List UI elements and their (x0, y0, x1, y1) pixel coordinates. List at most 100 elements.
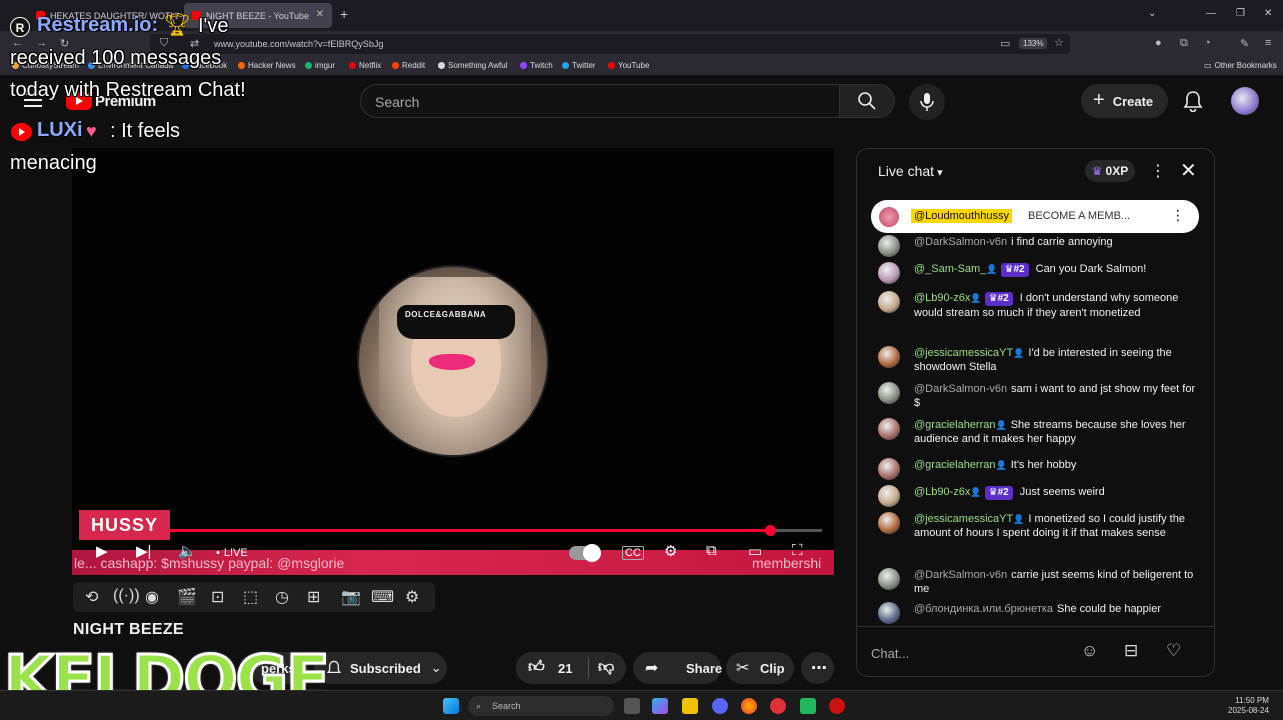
chat-avatar[interactable] (878, 346, 900, 368)
chat-username[interactable]: @DarkSalmon-v6n (914, 236, 1007, 248)
crop-icon[interactable]: ⬚ (243, 587, 258, 607)
tab-list-chevron-icon[interactable]: ⌄ (1148, 8, 1156, 19)
scrubber-handle[interactable] (764, 525, 776, 536)
chat-avatar[interactable] (878, 458, 900, 480)
chat-input[interactable] (875, 639, 1105, 665)
theater-mode-icon[interactable]: ▭ (748, 542, 762, 560)
emoji-icon[interactable]: ☺ (1081, 641, 1098, 661)
gear-icon[interactable]: ⚙ (405, 587, 419, 607)
camera-icon[interactable]: 📷 (341, 587, 361, 607)
add-box-icon[interactable]: ⊞ (307, 587, 320, 607)
bookmark-something-awful[interactable]: Something Awful (438, 61, 507, 70)
subscribed-button[interactable]: Subscribed ⌄ (314, 652, 447, 684)
pinned-more-icon[interactable]: ⋮ (1171, 207, 1185, 224)
account-avatar[interactable] (1231, 87, 1259, 115)
miniplayer-icon[interactable]: ⧉ (706, 542, 717, 559)
chat-username[interactable]: @Lb90-z6x (914, 486, 970, 498)
chat-username[interactable]: @jessicamessicaYT (914, 513, 1013, 525)
search-input[interactable]: Search (360, 84, 839, 118)
other-bookmarks-folder[interactable]: ▭ Other Bookmarks (1204, 61, 1277, 70)
menu-icon[interactable]: ≡ (1265, 37, 1271, 49)
system-clock[interactable]: 11:50 PM 2025-08-24 (1228, 696, 1269, 716)
app-icon-green[interactable] (800, 698, 816, 714)
chat-username[interactable]: @DarkSalmon-v6n (914, 383, 1007, 395)
chat-avatar[interactable] (878, 382, 900, 404)
chat-username[interactable]: @gracielaherran (914, 419, 996, 431)
chat-username[interactable]: @блондинка.или.брюнетка (914, 603, 1053, 615)
chat-avatar[interactable] (878, 262, 900, 284)
broadcast-icon[interactable]: ((·)) (113, 587, 140, 605)
frame-icon[interactable]: ⊡ (211, 587, 224, 607)
more-actions-button[interactable]: ⋯ (801, 652, 834, 684)
taskbar-search[interactable]: ⌕ Search (468, 696, 614, 716)
bookmark-star-icon[interactable]: ☆ (1054, 36, 1064, 49)
xp-badge[interactable]: 0XP (1085, 160, 1135, 182)
extensions-puzzle-icon[interactable]: ⧉ (1180, 37, 1188, 50)
heart-reaction-icon[interactable]: ♡ (1166, 641, 1181, 661)
bookmark-imgur[interactable]: imgur (305, 61, 335, 70)
maximize-icon[interactable]: ❐ (1236, 8, 1245, 19)
chat-avatar[interactable] (878, 291, 900, 313)
fullscreen-icon[interactable]: ⛶ (792, 542, 803, 559)
bookmark-reddit[interactable]: Reddit (392, 61, 425, 70)
live-badge[interactable]: LIVE (216, 547, 248, 559)
chat-avatar[interactable] (878, 512, 900, 534)
pinned-message[interactable]: @Loudmouthhussy BECOME A MEMB... ⋮ (871, 200, 1199, 233)
notifications-bell-icon[interactable] (1183, 90, 1203, 112)
task-view-icon[interactable] (624, 698, 640, 714)
firefox-icon[interactable] (741, 698, 757, 714)
extension-icon[interactable]: ● (1155, 37, 1162, 49)
chat-avatar[interactable] (878, 235, 900, 257)
captions-icon[interactable]: CC (622, 546, 644, 560)
next-icon[interactable]: ▶| (136, 542, 151, 560)
bookmark-netflix[interactable]: Netflix (349, 61, 381, 70)
screenshot-icon[interactable]: ▭ (1000, 37, 1010, 50)
address-bar[interactable]: ⛉ ⇄ www.youtube.com/watch?v=fEIBRQySbJg … (150, 34, 1070, 54)
create-button[interactable]: + Create (1081, 84, 1168, 118)
clapper-icon[interactable]: 🎬 (177, 587, 197, 607)
chat-avatar[interactable] (878, 485, 900, 507)
bookmark-youtube[interactable]: YouTube (608, 61, 649, 70)
minimize-icon[interactable]: — (1206, 8, 1216, 19)
settings-gear-icon[interactable]: ⚙ (664, 542, 677, 560)
zoom-level[interactable]: 133% (1019, 38, 1048, 49)
voice-search-button[interactable] (909, 84, 945, 120)
thumbs-down-icon[interactable]: 👎︎ (598, 658, 614, 677)
like-button[interactable]: 👍︎ 21 👎︎ (516, 652, 626, 684)
windows-start-icon[interactable] (443, 698, 459, 714)
bookmark-hacker-news[interactable]: Hacker News (238, 61, 296, 70)
chat-avatar[interactable] (878, 568, 900, 590)
chat-avatar[interactable] (878, 602, 900, 624)
profile-icon[interactable]: ◔ (1204, 37, 1211, 49)
play-icon[interactable]: ▶ (96, 542, 108, 560)
keyboard-icon[interactable]: ⌨ (371, 587, 394, 607)
live-chat-title[interactable]: Live chat (878, 163, 943, 179)
autoplay-toggle[interactable] (569, 544, 601, 562)
speed-icon[interactable]: ◷ (275, 587, 289, 607)
chat-username[interactable]: @jessicamessicaYT (914, 347, 1013, 359)
discord-icon[interactable] (712, 698, 728, 714)
share-button[interactable]: ➦ Share (633, 652, 722, 684)
new-tab-icon[interactable]: + (340, 6, 348, 22)
chat-username[interactable]: @_Sam-Sam_ (914, 263, 986, 275)
copilot-icon[interactable] (652, 698, 668, 714)
clip-button[interactable]: ✂ Clip (726, 652, 794, 684)
youtube-app-icon[interactable] (829, 698, 845, 714)
search-button[interactable] (839, 84, 895, 118)
close-tab-icon[interactable]: ✕ (316, 9, 324, 20)
pen-icon[interactable]: ✎ (1240, 37, 1249, 50)
app-icon-red[interactable] (770, 698, 786, 714)
close-chat-icon[interactable]: ✕ (1180, 158, 1197, 183)
chat-more-icon[interactable]: ⋮ (1150, 161, 1166, 181)
watch-later-icon[interactable]: ◉ (145, 587, 159, 607)
chat-username[interactable]: @gracielaherran (914, 459, 996, 471)
video-player[interactable]: DOLCE&GABBANA HUSSY le... cashapp: $mshu… (72, 148, 834, 575)
bookmark-twitch[interactable]: Twitch (520, 61, 553, 70)
chat-username[interactable]: @Lb90-z6x (914, 292, 970, 304)
chat-avatar[interactable] (878, 418, 900, 440)
volume-icon[interactable]: 🔈 (178, 542, 197, 560)
file-explorer-icon[interactable] (682, 698, 698, 714)
progress-bar[interactable] (170, 525, 822, 536)
chat-username[interactable]: @DarkSalmon-v6n (914, 569, 1007, 581)
bookmark-twitter[interactable]: Twitter (562, 61, 596, 70)
